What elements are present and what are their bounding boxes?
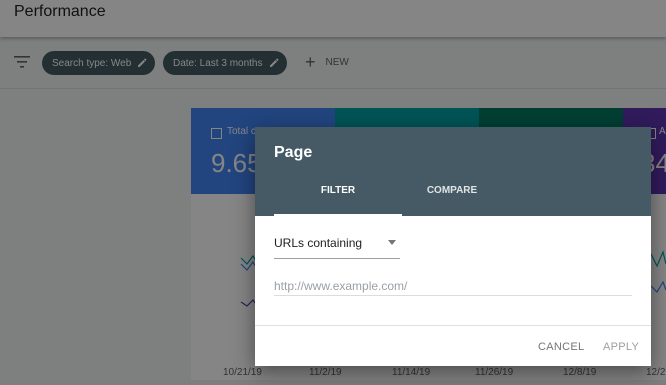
tab-label: FILTER xyxy=(320,185,356,196)
match-type-select[interactable]: URLs containing xyxy=(274,233,400,259)
dropdown-arrow-icon xyxy=(388,240,396,245)
dialog-divider xyxy=(255,325,651,326)
dialog-title: Page xyxy=(274,144,313,161)
tab-compare[interactable]: COMPARE xyxy=(388,185,516,216)
url-input[interactable] xyxy=(274,277,632,296)
dialog-header: Page FILTER COMPARE xyxy=(255,127,651,216)
apply-button[interactable]: APPLY xyxy=(603,341,639,353)
select-value: URLs containing xyxy=(274,236,363,250)
active-tab-indicator xyxy=(274,214,402,216)
tab-label: COMPARE xyxy=(426,185,478,196)
cancel-button[interactable]: CANCEL xyxy=(538,341,584,353)
page-filter-dialog: Page FILTER COMPARE URLs containing CANC… xyxy=(255,127,651,366)
tab-filter[interactable]: FILTER xyxy=(274,185,402,216)
